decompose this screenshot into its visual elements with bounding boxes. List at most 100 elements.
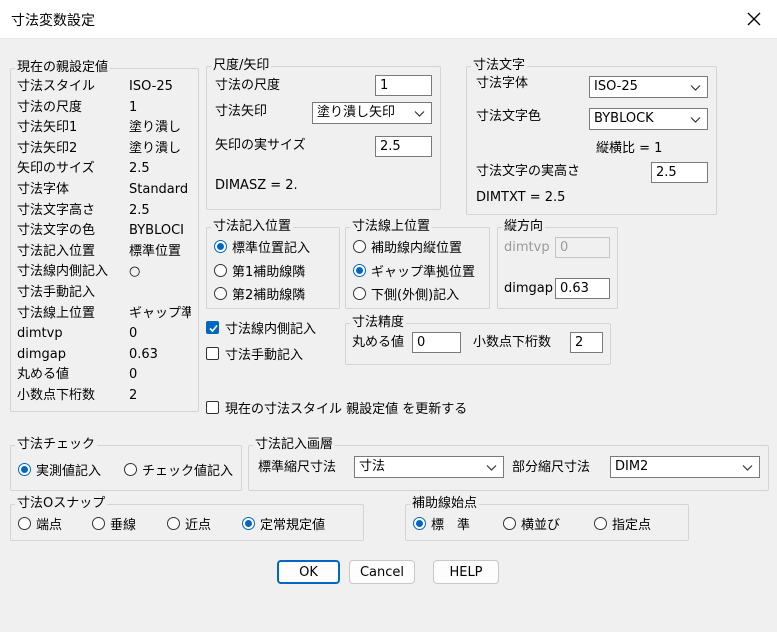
current-row-value: 0.63 bbox=[129, 347, 158, 362]
osnap-option-default[interactable]: 定常規定値 bbox=[242, 514, 325, 533]
above-option-below[interactable]: 下側(外側)記入 bbox=[353, 284, 459, 303]
close-icon bbox=[747, 12, 761, 26]
radio-selected-icon bbox=[242, 517, 255, 530]
arrow-size-input[interactable]: 2.5 bbox=[375, 136, 432, 157]
text-height-label: 寸法文字の実高さ bbox=[476, 164, 581, 179]
vertical-legend: 縦方向 bbox=[502, 219, 546, 235]
text-font-select[interactable]: ISO-25 bbox=[589, 76, 708, 98]
decimals-input[interactable]: 2 bbox=[570, 332, 603, 353]
text-color-label: 寸法文字色 bbox=[476, 109, 542, 124]
above-option-label: ギャップ準拠位置 bbox=[371, 265, 476, 280]
text-height-input[interactable]: 2.5 bbox=[651, 162, 708, 183]
above-option-inside[interactable]: 補助線内縦位置 bbox=[353, 237, 462, 256]
current-row-label: 寸法スタイル bbox=[17, 79, 96, 94]
radio-selected-icon bbox=[18, 463, 31, 476]
dim-check-legend: 寸法チェック bbox=[15, 437, 98, 453]
current-row-value: 2.5 bbox=[129, 161, 150, 176]
above-option-label: 下側(外側)記入 bbox=[371, 288, 460, 303]
dimgap-input[interactable]: 0.63 bbox=[555, 278, 610, 299]
close-button[interactable] bbox=[731, 0, 777, 38]
std-scale-select[interactable]: 寸法 bbox=[354, 456, 504, 478]
current-row-label: 寸法矢印1 bbox=[17, 120, 78, 135]
dimtvp-input[interactable]: 0 bbox=[555, 237, 610, 258]
dim-arrow-label: 寸法矢印 bbox=[215, 104, 268, 119]
part-scale-select[interactable]: DIM2 bbox=[610, 456, 760, 478]
dim-osnap-legend: 寸法Oスナップ bbox=[15, 496, 108, 512]
ok-button[interactable]: OK bbox=[277, 560, 340, 584]
current-row-label: 寸法矢印2 bbox=[17, 141, 78, 156]
position-option-ext2[interactable]: 第2補助線隣 bbox=[214, 284, 305, 303]
current-row-value: 2 bbox=[129, 388, 138, 403]
checkbox-checked-icon bbox=[206, 321, 219, 334]
aspect-ratio-readout: 縦横比 = 1 bbox=[596, 141, 663, 156]
cancel-button[interactable]: Cancel bbox=[349, 560, 415, 584]
position-option-ext1[interactable]: 第1補助線隣 bbox=[214, 261, 305, 280]
update-style-checkbox[interactable]: 現在の寸法スタイル 親設定値 を更新する bbox=[206, 398, 467, 417]
current-row-value: 塗り潰し bbox=[129, 120, 182, 135]
position-option-standard[interactable]: 標準位置記入 bbox=[214, 237, 310, 256]
current-settings-legend: 現在の親設定値 bbox=[15, 60, 111, 76]
current-row-label: dimtvp bbox=[17, 326, 63, 341]
current-row-label: 小数点下桁数 bbox=[17, 388, 96, 403]
arrow-size-label: 矢印の実サイズ bbox=[215, 138, 306, 153]
above-option-gap[interactable]: ギャップ準拠位置 bbox=[353, 261, 475, 280]
extorigin-option-aligned[interactable]: 横並び bbox=[503, 514, 560, 533]
current-row-value: 0 bbox=[129, 326, 138, 341]
dim-position-legend: 寸法記入位置 bbox=[211, 219, 294, 235]
radio-icon bbox=[214, 264, 227, 277]
current-row-value: 2.5 bbox=[129, 203, 150, 218]
position-option-label: 第2補助線隣 bbox=[232, 288, 306, 303]
dim-scale-label: 寸法の尺度 bbox=[215, 78, 281, 93]
chevron-down-icon bbox=[486, 465, 497, 471]
manual-placement-checkbox[interactable]: 寸法手動記入 bbox=[206, 344, 303, 363]
current-row-value: 1 bbox=[129, 100, 138, 115]
decimals-label: 小数点下桁数 bbox=[473, 335, 552, 350]
radio-selected-icon bbox=[353, 264, 366, 277]
chevron-down-icon bbox=[414, 111, 425, 117]
radio-icon bbox=[167, 517, 180, 530]
text-color-value: BYBLOCK bbox=[594, 111, 654, 126]
current-row-value: 0 bbox=[129, 367, 138, 382]
above-option-label: 補助線内縦位置 bbox=[371, 241, 463, 256]
osnap-option-label: 端点 bbox=[36, 518, 63, 533]
extorigin-option-standard[interactable]: 標 準 bbox=[413, 514, 470, 533]
chevron-down-icon bbox=[742, 465, 753, 471]
text-font-label: 寸法字体 bbox=[476, 76, 529, 91]
help-button[interactable]: HELP bbox=[433, 560, 499, 584]
round-input[interactable]: 0 bbox=[412, 332, 461, 353]
dimtxt-readout: DIMTXT = 2.5 bbox=[476, 190, 566, 205]
round-label: 丸める値 bbox=[352, 335, 405, 350]
osnap-option-endpoint[interactable]: 端点 bbox=[18, 514, 62, 533]
current-row-label: 寸法文字高さ bbox=[17, 203, 96, 218]
precision-legend: 寸法精度 bbox=[350, 315, 407, 331]
radio-selected-icon bbox=[214, 240, 227, 253]
dim-scale-input[interactable]: 1 bbox=[375, 75, 432, 96]
above-line-legend: 寸法線上位置 bbox=[350, 219, 433, 235]
part-scale-label: 部分縮尺寸法 bbox=[512, 460, 591, 475]
manual-placement-label: 寸法手動記入 bbox=[225, 348, 304, 363]
current-row-label: 寸法文字の色 bbox=[17, 223, 96, 238]
position-option-label: 第1補助線隣 bbox=[232, 265, 306, 280]
current-row-label: 矢印のサイズ bbox=[17, 161, 95, 176]
dimasz-readout: DIMASZ = 2. bbox=[215, 178, 298, 193]
osnap-option-nearest[interactable]: 近点 bbox=[167, 514, 211, 533]
dimcheck-option-measured[interactable]: 実測値記入 bbox=[18, 460, 101, 479]
osnap-option-perpendicular[interactable]: 垂線 bbox=[92, 514, 136, 533]
window-title: 寸法変数設定 bbox=[11, 13, 95, 29]
chevron-down-icon bbox=[690, 85, 701, 91]
chevron-down-icon bbox=[690, 117, 701, 123]
dimcheck-option-check[interactable]: チェック値記入 bbox=[124, 460, 233, 479]
inside-dimline-checkbox[interactable]: 寸法線内側記入 bbox=[206, 318, 316, 337]
radio-icon bbox=[503, 517, 516, 530]
extorigin-option-point[interactable]: 指定点 bbox=[594, 514, 651, 533]
dim-arrow-select[interactable]: 塗り潰し矢印 bbox=[312, 102, 432, 124]
text-font-value: ISO-25 bbox=[594, 79, 638, 94]
dimtvp-label: dimtvp bbox=[504, 240, 550, 255]
inside-dimline-label: 寸法線内側記入 bbox=[225, 322, 317, 337]
current-row-value: 標準位置 bbox=[129, 244, 182, 259]
current-row-value: ISO-25 bbox=[129, 79, 173, 94]
radio-icon bbox=[18, 517, 31, 530]
text-color-select[interactable]: BYBLOCK bbox=[589, 108, 708, 130]
checkbox-icon bbox=[206, 347, 219, 360]
current-row-label: 寸法線上位置 bbox=[17, 306, 96, 321]
